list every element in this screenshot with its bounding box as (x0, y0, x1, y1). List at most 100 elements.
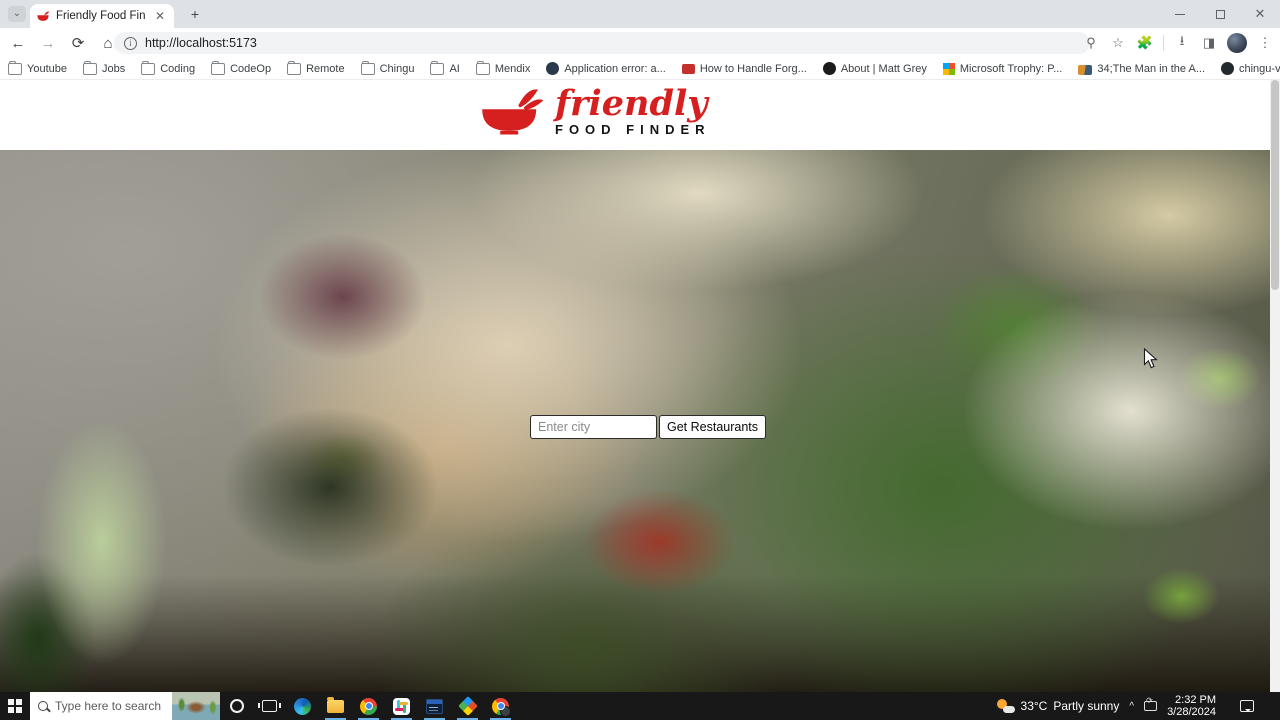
folder-icon (82, 61, 97, 75)
page-scrollbar[interactable] (1270, 80, 1280, 694)
slack-button[interactable] (385, 692, 418, 720)
bookmark-label: Remote (306, 62, 345, 75)
site-icon (546, 62, 560, 75)
toolbar-separator (1163, 35, 1164, 51)
bookmark-item[interactable]: Coding (141, 61, 196, 75)
tab-close-icon[interactable]: ✕ (152, 9, 168, 23)
bookmark-item[interactable]: Remote (287, 61, 345, 75)
address-bar[interactable]: i http://localhost:5173 (114, 32, 1090, 54)
edge-button[interactable] (286, 692, 319, 720)
bookmark-item[interactable]: Jobs (82, 61, 125, 75)
tray-chevron-icon[interactable]: ^ (1129, 701, 1134, 712)
bookmark-label: 34;The Man in the A... (1097, 62, 1205, 75)
url-text[interactable]: http://localhost:5173 (145, 36, 257, 50)
folder-icon (475, 61, 490, 75)
restore-button[interactable] (1200, 0, 1240, 28)
bookmarks-bar: Youtube Jobs Coding CodeOp Remote Chingu… (0, 58, 1280, 80)
bookmark-item[interactable]: 34;The Man in the A... (1078, 63, 1205, 75)
app-window-icon (426, 698, 443, 714)
task-view-button[interactable] (253, 692, 286, 720)
action-center-icon[interactable] (1240, 700, 1254, 712)
forward-icon[interactable]: → (36, 31, 60, 55)
tab-list-chevron-icon[interactable]: ⌄ (8, 6, 26, 22)
microsoft-icon (942, 63, 955, 75)
taskbar-clock[interactable]: 2:32 PM 3/28/2024 (1167, 694, 1216, 718)
file-explorer-button[interactable] (319, 692, 352, 720)
new-tab-button[interactable]: + (186, 6, 204, 24)
bookmark-label: CodeOp (230, 62, 272, 75)
bookmark-item[interactable]: Mendix (475, 61, 531, 75)
brand-name: friendly (555, 83, 708, 124)
toolbar-actions: ⚲ ☆ 🧩 ⭳ ◨ ⋮ (1082, 31, 1274, 55)
reload-icon[interactable]: ⟳ (66, 31, 90, 55)
folder-icon (141, 61, 156, 75)
bookmark-item[interactable]: CodeOp (211, 61, 272, 75)
bookmark-label: AI (449, 62, 460, 75)
bookmark-label: chingu-voyages/v45... (1239, 62, 1280, 75)
mouse-cursor (1143, 348, 1158, 369)
menu-kebab-icon[interactable]: ⋮ (1256, 34, 1274, 52)
scrollbar-thumb[interactable] (1271, 80, 1279, 290)
bookmark-label: Mendix (494, 62, 531, 75)
minimize-button[interactable] (1160, 0, 1200, 28)
taskbar-app-icons (220, 692, 517, 720)
bookmark-item[interactable]: Chingu (360, 61, 415, 75)
daily-image-thumbnail[interactable] (172, 692, 220, 720)
city-input[interactable] (530, 415, 657, 439)
cortana-button[interactable] (220, 692, 253, 720)
extensions-icon[interactable]: 🧩 (1136, 34, 1154, 52)
page-viewport: friendly FOOD FINDER Get Restaurants (0, 80, 1280, 694)
bookmark-label: Youtube (27, 62, 67, 75)
bookmark-item[interactable]: Application error: a... (546, 62, 666, 75)
bookmark-label: Application error: a... (564, 62, 666, 75)
bookmark-item[interactable]: AI (430, 61, 460, 75)
bookmark-label: Chingu (379, 62, 415, 75)
site-header: friendly FOOD FINDER (0, 80, 1280, 150)
windows-taskbar: Type here to search 33°C Partly sunny ^ … (0, 692, 1280, 720)
diamond-app-button[interactable] (451, 692, 484, 720)
window-controls: ✕ (1160, 0, 1280, 28)
weather-widget[interactable]: 33°C Partly sunny (996, 699, 1119, 713)
brand-subtitle: FOOD FINDER (555, 122, 711, 137)
favicon-bowl-icon (37, 11, 50, 21)
back-icon[interactable]: ← (6, 31, 30, 55)
browser-tab[interactable]: Friendly Food Finder ✕ (30, 4, 174, 28)
site-info-icon[interactable]: i (124, 36, 137, 50)
clock-time: 2:32 PM (1175, 694, 1216, 706)
weather-temp: 33°C (1020, 699, 1048, 713)
chrome-profile-icon (492, 697, 511, 717)
bookmark-label: Coding (160, 62, 196, 75)
downloads-icon[interactable]: ⭳ (1173, 33, 1191, 52)
bookmark-item[interactable]: About | Matt Grey (822, 62, 927, 75)
hero-food-image: Get Restaurants (0, 150, 1270, 694)
bookmark-label: Microsoft Trophy: P... (959, 62, 1063, 75)
site-logo: friendly FOOD FINDER (475, 84, 711, 140)
taskbar-search-box[interactable]: Type here to search (30, 692, 220, 720)
chrome-profile-button[interactable] (484, 692, 517, 720)
close-button[interactable]: ✕ (1240, 0, 1280, 28)
site-icon (681, 64, 695, 74)
bookmark-item[interactable]: How to Handle Forg... (681, 62, 807, 75)
bookmark-star-icon[interactable]: ☆ (1109, 34, 1127, 52)
bookmark-item[interactable]: chingu-voyages/v45... (1221, 62, 1280, 75)
location-icon[interactable]: ⚲ (1082, 34, 1100, 52)
profile-avatar[interactable] (1227, 33, 1247, 53)
bowl-logo-icon (482, 89, 544, 135)
chrome-icon (360, 697, 377, 715)
tray-sync-icon[interactable] (1144, 696, 1158, 711)
app-window-button[interactable] (418, 692, 451, 720)
browser-window: ⌄ Friendly Food Finder ✕ + ✕ ← → ⟳ ⌂ i h… (0, 0, 1280, 720)
search-icon (38, 701, 48, 711)
start-button[interactable] (0, 692, 30, 720)
bookmark-item[interactable]: Microsoft Trophy: P... (942, 62, 1063, 75)
side-panel-icon[interactable]: ◨ (1200, 34, 1218, 52)
bookmark-item[interactable]: Youtube (8, 61, 67, 75)
chrome-button[interactable] (352, 692, 385, 720)
taskbar-tray: 33°C Partly sunny ^ 2:32 PM 3/28/2024 (996, 692, 1280, 720)
get-restaurants-button[interactable]: Get Restaurants (659, 415, 767, 439)
bookmark-label: About | Matt Grey (840, 62, 927, 75)
bookmark-label: How to Handle Forg... (699, 62, 807, 75)
partly-sunny-icon (996, 699, 1015, 713)
folder-icon (8, 61, 22, 75)
cortana-icon (229, 699, 244, 713)
